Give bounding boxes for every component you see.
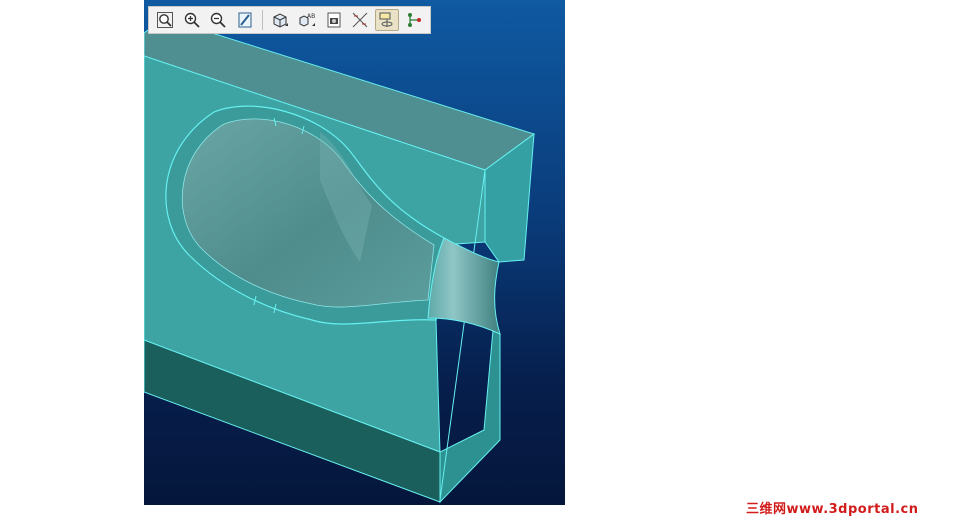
model-tree-icon <box>408 13 422 27</box>
zoom-out-button[interactable] <box>207 9 231 31</box>
zoom-in-button[interactable] <box>180 9 204 31</box>
display-style-button[interactable] <box>375 9 400 31</box>
camera-icon <box>327 12 341 28</box>
model-tree-button[interactable] <box>402 9 426 31</box>
view-orient-button[interactable] <box>268 9 292 31</box>
zoom-out-icon <box>211 12 227 28</box>
cube-orient-icon <box>273 13 289 28</box>
saved-views-button[interactable]: AB <box>295 9 319 31</box>
runner-cylinder <box>427 237 501 335</box>
datum-axes-icon <box>353 12 368 28</box>
svg-text:AB: AB <box>307 13 315 20</box>
snapshot-button[interactable] <box>322 9 346 31</box>
saved-views-icon: AB <box>299 13 315 27</box>
refit-button[interactable] <box>153 9 177 31</box>
zoom-in-icon <box>184 12 200 28</box>
magnifier-frame-icon <box>156 12 173 28</box>
block-end-face-lower <box>439 329 501 504</box>
repaint-button[interactable] <box>233 9 257 31</box>
mold-model <box>144 17 536 504</box>
watermark-text: 三维网www.3dportal.cn <box>746 502 919 517</box>
datum-display-button[interactable] <box>349 9 373 31</box>
toolbar-separator <box>262 10 264 30</box>
repaint-icon <box>238 12 252 28</box>
graphics-viewport[interactable] <box>144 0 565 505</box>
display-style-icon <box>379 12 393 27</box>
view-toolbar: AB <box>148 6 431 34</box>
